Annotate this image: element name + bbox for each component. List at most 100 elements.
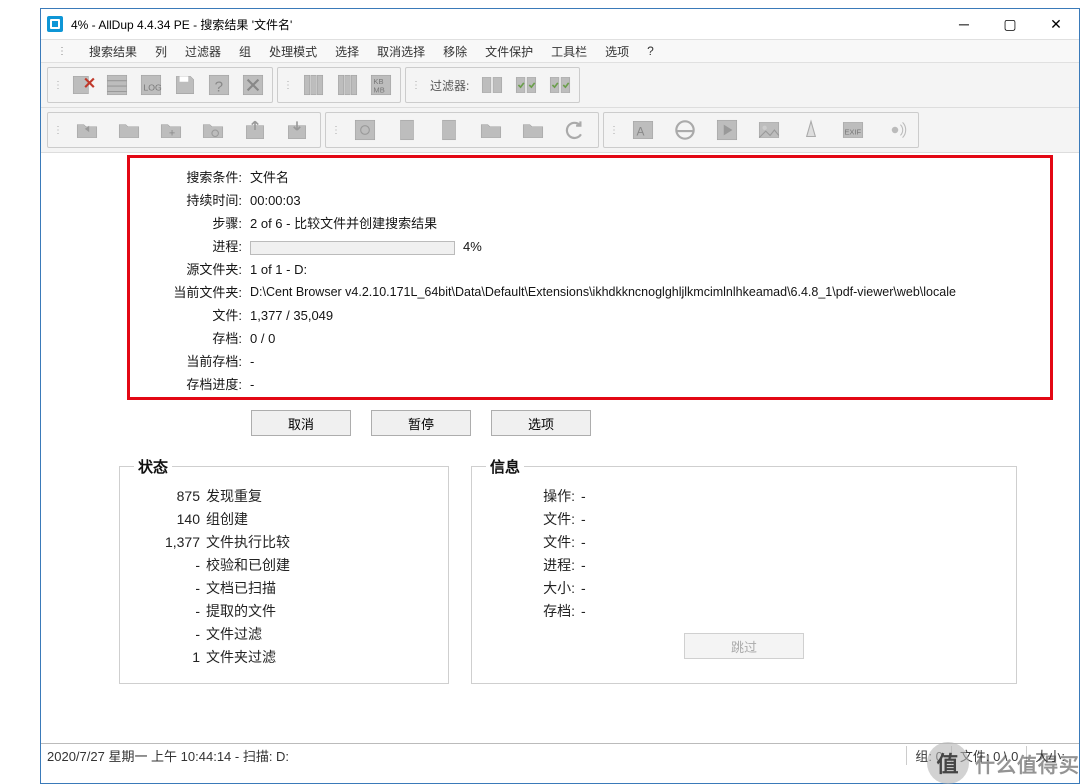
status-fieldset: 状态 875发现重复140组创建1,377文件执行比较-校验和已创建-文档已扫描… bbox=[119, 456, 449, 684]
value-cur-archive: - bbox=[246, 350, 254, 373]
tool-play-icon[interactable] bbox=[707, 115, 747, 145]
status-label: 发现重复 bbox=[206, 485, 262, 508]
status-count: - bbox=[134, 577, 206, 600]
info-label: 操作: bbox=[486, 485, 581, 508]
filter-label: 过滤器: bbox=[424, 77, 475, 94]
tool-save[interactable] bbox=[169, 70, 201, 100]
watermark: 值 什么值得买 bbox=[927, 742, 1080, 784]
status-label: 文件执行比较 bbox=[206, 531, 290, 554]
menu-help[interactable]: ? bbox=[639, 42, 662, 60]
status-label: 提取的文件 bbox=[206, 600, 276, 623]
tool-folder-d[interactable] bbox=[513, 115, 553, 145]
skip-button[interactable]: 跳过 bbox=[684, 633, 804, 659]
tool-folder-refresh[interactable] bbox=[193, 115, 233, 145]
action-button-row: 取消 暂停 选项 bbox=[251, 410, 1059, 436]
tool-close-panel[interactable] bbox=[237, 70, 269, 100]
tool-import[interactable] bbox=[277, 115, 317, 145]
menu-options[interactable]: 选项 bbox=[597, 41, 637, 62]
info-value: - bbox=[581, 554, 586, 577]
status-label: 组创建 bbox=[206, 508, 248, 531]
tool-sound-icon[interactable] bbox=[875, 115, 915, 145]
status-legend: 状态 bbox=[134, 456, 172, 477]
menu-remove[interactable]: 移除 bbox=[435, 41, 475, 62]
maximize-button[interactable]: ▢ bbox=[987, 9, 1033, 39]
status-row: 1,377文件执行比较 bbox=[134, 531, 434, 554]
tool-exif-icon[interactable]: EXIF bbox=[833, 115, 873, 145]
progress-bar bbox=[250, 241, 455, 255]
tool-list-view[interactable] bbox=[101, 70, 133, 100]
menu-filter[interactable]: 过滤器 bbox=[177, 41, 229, 62]
tool-size-kb-mb[interactable]: KBMB bbox=[365, 70, 397, 100]
grip-icon: ⋮ bbox=[50, 80, 66, 91]
info-value: - bbox=[581, 485, 586, 508]
tool-image-preview[interactable] bbox=[749, 115, 789, 145]
main-window: 4% - AllDup 4.4.34 PE - 搜索结果 '文件名' ─ ▢ ✕… bbox=[40, 8, 1080, 784]
tool-delete-results[interactable] bbox=[67, 70, 99, 100]
label-src-folder: 源文件夹: bbox=[141, 258, 246, 281]
info-label: 文件: bbox=[486, 508, 581, 531]
tool-columns-b[interactable] bbox=[331, 70, 363, 100]
tool-columns-a[interactable] bbox=[297, 70, 329, 100]
tool-filter-panes[interactable] bbox=[476, 70, 508, 100]
menu-toolbar[interactable]: 工具栏 bbox=[543, 41, 595, 62]
value-arch-prog: - bbox=[246, 373, 254, 396]
menu-columns[interactable]: 列 bbox=[147, 41, 175, 62]
label-files: 文件: bbox=[141, 304, 246, 327]
progress-percent: 4% bbox=[463, 239, 482, 254]
menu-deselect[interactable]: 取消选择 bbox=[369, 41, 433, 62]
tool-text-preview[interactable]: A bbox=[623, 115, 663, 145]
status-count: - bbox=[134, 623, 206, 646]
tool-vlc-icon[interactable] bbox=[791, 115, 831, 145]
label-arch-prog: 存档进度: bbox=[141, 373, 246, 396]
tool-help[interactable]: ? bbox=[203, 70, 235, 100]
info-value: - bbox=[581, 577, 586, 600]
tool-folder-1[interactable] bbox=[109, 115, 149, 145]
tool-folder-back[interactable] bbox=[67, 115, 107, 145]
minimize-button[interactable]: ─ bbox=[941, 9, 987, 39]
info-row: 进程:- bbox=[486, 554, 1002, 577]
app-icon bbox=[47, 16, 63, 32]
progress-table: 搜索条件:文件名 持续时间:00:00:03 步骤:2 of 6 - 比较文件并… bbox=[141, 166, 1059, 396]
watermark-badge-icon: 值 bbox=[927, 742, 969, 784]
label-process: 进程: bbox=[141, 235, 246, 258]
status-count: 140 bbox=[134, 508, 206, 531]
titlebar: 4% - AllDup 4.4.34 PE - 搜索结果 '文件名' ─ ▢ ✕ bbox=[41, 9, 1079, 39]
status-count: 1,377 bbox=[134, 531, 206, 554]
value-src-folder: 1 of 1 - D: bbox=[246, 258, 307, 281]
tool-ie-icon[interactable] bbox=[665, 115, 705, 145]
menu-search-results[interactable]: 搜索结果 bbox=[81, 41, 145, 62]
menu-process-mode[interactable]: 处理模式 bbox=[261, 41, 325, 62]
svg-text:?: ? bbox=[215, 79, 223, 96]
tool-log[interactable]: LOG bbox=[135, 70, 167, 100]
status-count: - bbox=[134, 600, 206, 623]
grip-icon: ⋮ bbox=[49, 44, 75, 59]
tool-folder-add[interactable]: + bbox=[151, 115, 191, 145]
tool-folder-c[interactable] bbox=[471, 115, 511, 145]
status-label: 文件夹过滤 bbox=[206, 646, 276, 669]
tool-settings-gear[interactable] bbox=[345, 115, 385, 145]
content-area: 搜索条件:文件名 持续时间:00:00:03 步骤:2 of 6 - 比较文件并… bbox=[41, 153, 1079, 692]
tool-undo[interactable] bbox=[555, 115, 595, 145]
menu-group[interactable]: 组 bbox=[231, 41, 259, 62]
options-button[interactable]: 选项 bbox=[491, 410, 591, 436]
status-label: 文件过滤 bbox=[206, 623, 262, 646]
tool-filter-check-b[interactable] bbox=[544, 70, 576, 100]
svg-text:EXIF: EXIF bbox=[844, 127, 861, 136]
info-label: 存档: bbox=[486, 600, 581, 623]
tool-doc-b[interactable] bbox=[429, 115, 469, 145]
pause-button[interactable]: 暂停 bbox=[371, 410, 471, 436]
info-legend: 信息 bbox=[486, 456, 524, 477]
cancel-button[interactable]: 取消 bbox=[251, 410, 351, 436]
menu-file-protect[interactable]: 文件保护 bbox=[477, 41, 541, 62]
info-value: - bbox=[581, 531, 586, 554]
menu-select[interactable]: 选择 bbox=[327, 41, 367, 62]
status-row: 1文件夹过滤 bbox=[134, 646, 434, 669]
grip-icon: ⋮ bbox=[408, 80, 424, 91]
status-count: 875 bbox=[134, 485, 206, 508]
tool-filter-check-a[interactable] bbox=[510, 70, 542, 100]
close-button[interactable]: ✕ bbox=[1033, 9, 1079, 39]
label-cur-folder: 当前文件夹: bbox=[141, 281, 246, 304]
tool-doc-a[interactable] bbox=[387, 115, 427, 145]
label-duration: 持续时间: bbox=[141, 189, 246, 212]
tool-export[interactable] bbox=[235, 115, 275, 145]
